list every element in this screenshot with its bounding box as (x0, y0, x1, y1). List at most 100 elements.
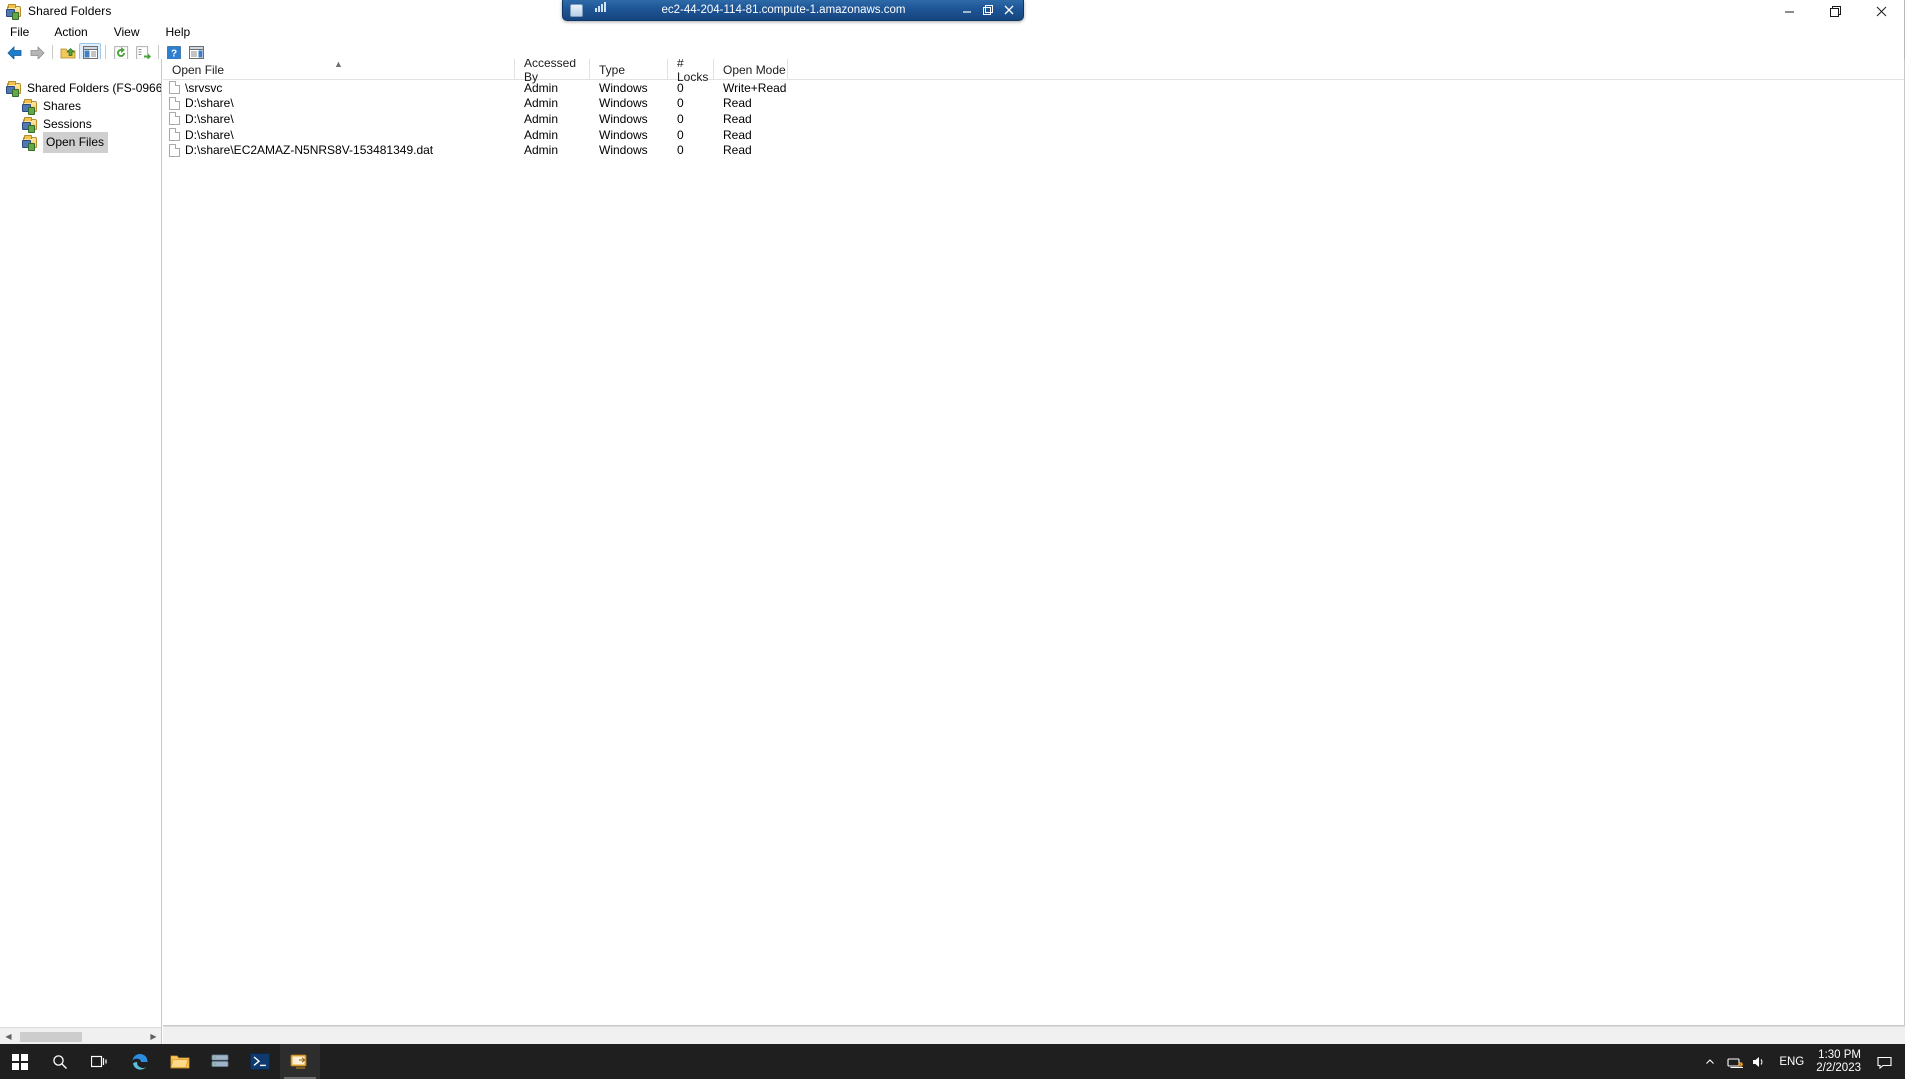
action-center-icon[interactable] (1871, 1055, 1897, 1069)
maximize-restore-button[interactable] (1812, 0, 1858, 22)
toolbar-separator (158, 45, 159, 60)
tree-item-shared-folders-root[interactable]: Shared Folders (FS-0966C (0, 79, 161, 97)
sessions-folder-icon (22, 116, 38, 133)
tree-item-label: Shared Folders (FS-0966C (27, 81, 162, 95)
table-row[interactable]: D:\share\EC2AMAZ-N5NRS8V-153481349.dat A… (163, 142, 1904, 158)
cell-locks: 0 (677, 143, 684, 158)
cell-open-mode: Read (723, 143, 752, 158)
window-controls (1766, 0, 1904, 22)
column-header-locks[interactable]: # Locks (668, 59, 714, 84)
minimize-button[interactable] (1766, 0, 1812, 22)
scrollbar-thumb[interactable] (20, 1031, 82, 1042)
column-header-label: Open File (172, 62, 225, 77)
column-header-label: Accessed By (524, 59, 577, 84)
shared-folders-icon (6, 3, 22, 20)
status-bar (163, 1026, 1905, 1044)
show-hidden-icons-chevron[interactable] (1697, 1057, 1723, 1067)
menu-file[interactable]: File (7, 23, 39, 41)
table-row[interactable]: \srvsvc Admin Windows 0 Write+Read (163, 80, 1904, 96)
connection-quality-icon[interactable] (589, 2, 611, 18)
close-button[interactable] (1858, 0, 1904, 22)
system-tray: ! ENG 1:30 PM 2/2/2023 (1697, 1044, 1905, 1079)
cell-text: D:\share\ (185, 111, 234, 126)
cell-type: Windows (599, 96, 648, 111)
volume-icon[interactable] (1747, 1044, 1771, 1079)
file-explorer-icon[interactable] (160, 1044, 200, 1079)
tree-item-sessions[interactable]: Sessions (0, 115, 161, 133)
console-tree: Shared Folders (FS-0966C Shares Sessions (0, 59, 161, 153)
cell-accessed-by: Admin (524, 96, 559, 111)
tree-item-label: Sessions (43, 117, 92, 131)
table-row[interactable]: D:\share\ Admin Windows 0 Read (163, 111, 1904, 127)
search-icon[interactable] (40, 1044, 80, 1079)
cell-open-file: \srvsvc (163, 80, 515, 96)
column-header-label: Open Mode (723, 62, 786, 77)
scroll-right-icon[interactable]: ▶ (145, 1028, 161, 1045)
cell-open-mode: Read (723, 96, 752, 111)
cell-text: D:\share\ (185, 96, 234, 111)
cell-type: Windows (599, 111, 648, 126)
rdp-window-controls (956, 2, 1023, 19)
file-icon (169, 81, 180, 95)
rdp-connection-bar[interactable]: ec2-44-204-114-81.compute-1.amazonaws.co… (562, 0, 1024, 21)
windows-start-icon[interactable] (0, 1044, 40, 1079)
cell-text: D:\share\EC2AMAZ-N5NRS8V-153481349.dat (185, 143, 434, 158)
scroll-left-icon[interactable]: ◀ (0, 1028, 17, 1045)
network-icon[interactable]: ! (1723, 1044, 1747, 1079)
toolbar-separator (105, 45, 106, 60)
console-tree-pane: Shared Folders (FS-0966C Shares Sessions (0, 59, 162, 1044)
shared-folders-icon (6, 80, 22, 97)
cell-locks: 0 (677, 111, 684, 126)
rdp-close-button[interactable] (998, 2, 1019, 19)
cell-open-file: D:\share\ (163, 127, 515, 143)
svg-text:!: ! (1740, 1062, 1741, 1067)
rdp-minimize-button[interactable] (956, 2, 977, 19)
rdp-restore-button[interactable] (977, 2, 998, 19)
cell-open-mode: Read (723, 127, 752, 142)
column-header-accessed-by[interactable]: Accessed By (515, 59, 590, 84)
tree-horizontal-scrollbar[interactable]: ◀ ▶ (0, 1027, 161, 1045)
table-row[interactable]: D:\share\ Admin Windows 0 Read (163, 127, 1904, 143)
cell-open-file: D:\share\ (163, 111, 515, 127)
clock-time: 1:30 PM (1818, 1048, 1861, 1061)
table-row[interactable]: D:\share\ Admin Windows 0 Read (163, 96, 1904, 112)
file-icon (169, 96, 180, 110)
pin-grip-icon[interactable] (563, 0, 589, 20)
menu-view[interactable]: View (111, 23, 150, 41)
powershell-icon[interactable] (240, 1044, 280, 1079)
cell-locks: 0 (677, 127, 684, 142)
language-indicator[interactable]: ENG (1771, 1056, 1812, 1068)
file-icon (169, 112, 180, 126)
file-icon (169, 128, 180, 142)
remote-desktop-icon[interactable] (280, 1044, 320, 1079)
cell-type: Windows (599, 127, 648, 142)
menu-action[interactable]: Action (51, 23, 97, 41)
menu-bar: File Action View Help (0, 22, 1904, 42)
result-pane: ▲ Open File Accessed By Type # Locks Ope… (162, 59, 1905, 1044)
cell-text: \srvsvc (185, 80, 223, 95)
tree-item-shares[interactable]: Shares (0, 97, 161, 115)
shared-folders-window: Shared Folders File Action View Help ? S… (0, 0, 1905, 1044)
edge-browser-icon[interactable] (120, 1044, 160, 1079)
cell-accessed-by: Admin (524, 143, 559, 158)
clock[interactable]: 1:30 PM 2/2/2023 (1812, 1049, 1871, 1075)
open-files-folder-icon (22, 134, 38, 151)
column-header-label: Type (599, 62, 626, 77)
menu-help[interactable]: Help (163, 23, 201, 41)
open-files-listview: ▲ Open File Accessed By Type # Locks Ope… (163, 59, 1905, 1026)
cell-open-file: D:\share\EC2AMAZ-N5NRS8V-153481349.dat (163, 142, 515, 158)
column-header-label: # Locks (677, 59, 709, 84)
scrollbar-track[interactable] (17, 1028, 145, 1045)
shares-folder-icon (22, 98, 38, 115)
cell-accessed-by: Admin (524, 127, 559, 142)
task-view-icon[interactable] (80, 1044, 120, 1079)
column-header-open-mode[interactable]: Open Mode (714, 59, 788, 80)
server-manager-icon[interactable] (200, 1044, 240, 1079)
column-header-open-file[interactable]: ▲ Open File (163, 59, 515, 80)
listview-header: ▲ Open File Accessed By Type # Locks Ope… (163, 59, 1904, 84)
tree-item-open-files[interactable]: Open Files (0, 131, 161, 153)
window-title: Shared Folders (28, 4, 112, 18)
tree-item-label: Open Files (43, 131, 109, 153)
rdp-host-title: ec2-44-204-114-81.compute-1.amazonaws.co… (661, 4, 906, 16)
column-header-type[interactable]: Type (590, 59, 668, 80)
